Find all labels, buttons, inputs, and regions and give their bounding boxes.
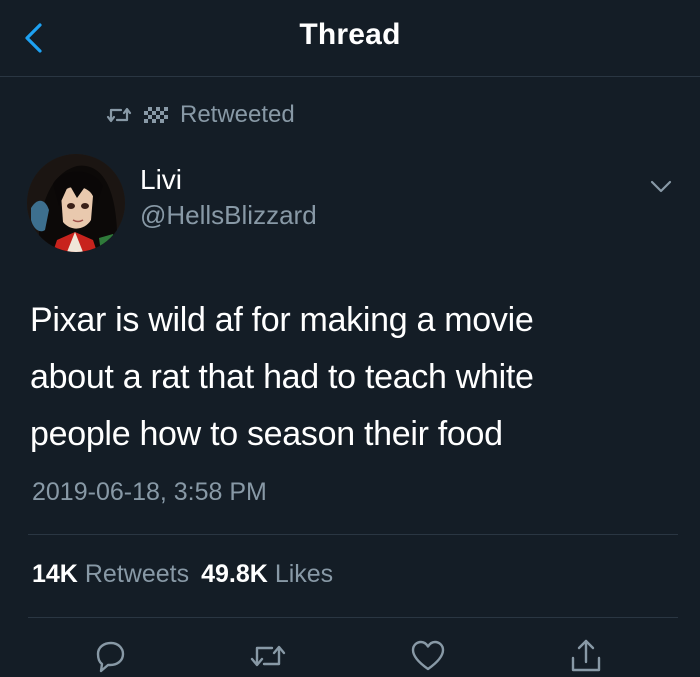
chevron-down-icon — [650, 180, 672, 193]
divider — [28, 534, 678, 535]
retweet-context[interactable]: Retweeted — [106, 100, 295, 130]
reply-icon — [96, 641, 125, 673]
retweeted-label: Retweeted — [180, 101, 295, 128]
top-nav-bar: Thread — [0, 0, 700, 77]
heart-icon — [411, 640, 445, 671]
retweet-button[interactable] — [248, 638, 288, 674]
author-display-name[interactable]: Livi — [140, 164, 182, 196]
avatar-image — [27, 154, 125, 252]
retweets-label[interactable]: Retweets — [85, 560, 189, 589]
tweet-text-line: people how to season their food — [30, 415, 503, 453]
like-button[interactable] — [408, 638, 448, 674]
likes-label[interactable]: Likes — [275, 560, 333, 589]
reply-button[interactable] — [90, 638, 130, 674]
share-icon — [571, 639, 601, 672]
retweets-count[interactable]: 14K — [32, 560, 78, 589]
tweet-text-line: Pixar is wild af for making a movie — [30, 301, 534, 339]
retweet-icon — [106, 107, 132, 123]
page-title: Thread — [299, 18, 401, 51]
avatar[interactable] — [27, 154, 125, 252]
retweet-icon — [250, 645, 286, 667]
tweet-options-button[interactable] — [648, 176, 674, 198]
share-button[interactable] — [566, 638, 606, 674]
tweet-text-line: about a rat that had to teach white — [30, 358, 534, 396]
thread-screen: Thread Retweeted Livi @HellsBlizzard Pix… — [0, 0, 700, 677]
likes-count[interactable]: 49.8K — [201, 560, 268, 589]
tweet-stats: 14K Retweets 49.8K Likes — [32, 560, 345, 589]
author-handle[interactable]: @HellsBlizzard — [140, 200, 317, 231]
tweet-timestamp[interactable]: 2019-06-18, 3:58 PM — [32, 478, 267, 507]
divider — [28, 617, 678, 618]
checkered-flag-icon — [144, 107, 168, 123]
tweet-text: Pixar is wild af for making a movie abou… — [30, 292, 670, 463]
